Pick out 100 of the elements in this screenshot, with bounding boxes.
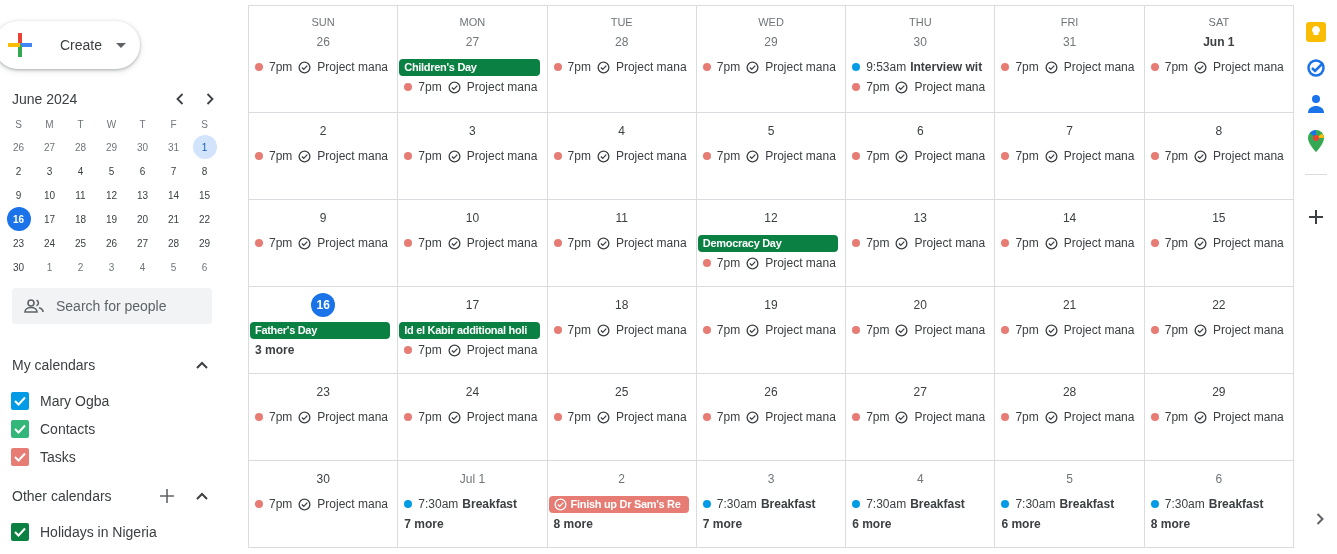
date-number[interactable]: 27 xyxy=(465,33,480,51)
date-number[interactable]: 28 xyxy=(1062,383,1077,401)
date-number[interactable]: 3 xyxy=(469,122,476,140)
mini-calendar-day[interactable]: 2 xyxy=(6,159,31,183)
mini-calendar-day[interactable]: 12 xyxy=(99,183,124,207)
event-title[interactable]: Project mana xyxy=(914,321,986,339)
date-number[interactable]: 4 xyxy=(618,122,626,140)
mini-calendar-day[interactable]: 16 xyxy=(6,207,31,231)
event-title[interactable]: Project mana xyxy=(1063,408,1135,426)
date-number[interactable]: 9 xyxy=(319,209,327,227)
event-title[interactable]: Breakfast xyxy=(1059,495,1115,513)
date-number[interactable]: 25 xyxy=(615,383,629,401)
mini-calendar-day[interactable]: 22 xyxy=(192,207,217,231)
mini-calendar-day[interactable]: 21 xyxy=(161,207,186,231)
event-title[interactable]: Project mana xyxy=(615,147,687,165)
chevron-left-icon[interactable] xyxy=(176,93,184,105)
event-title[interactable]: Project mana xyxy=(615,58,687,76)
mini-calendar-day[interactable]: 19 xyxy=(99,207,124,231)
person-icon[interactable] xyxy=(1306,94,1325,114)
date-number[interactable]: 20 xyxy=(913,296,927,314)
date-number[interactable]: 6 xyxy=(1215,470,1223,488)
event-title[interactable]: Project mana xyxy=(1063,321,1135,339)
date-number[interactable]: 7 xyxy=(1066,122,1073,140)
more-link[interactable]: 6 more xyxy=(852,515,892,533)
mini-calendar-day[interactable]: 13 xyxy=(130,183,155,207)
mini-calendar-day[interactable]: 31 xyxy=(161,135,186,159)
mini-calendar-day[interactable]: 24 xyxy=(37,231,62,255)
event-title[interactable]: Project mana xyxy=(1063,147,1135,165)
date-number[interactable]: 17 xyxy=(465,296,480,314)
date-number[interactable]: 14 xyxy=(1062,209,1077,227)
mini-calendar-day[interactable]: 15 xyxy=(192,183,217,207)
event-title[interactable]: Project mana xyxy=(317,58,389,76)
event-title[interactable]: Project mana xyxy=(914,147,986,165)
mini-calendar-day[interactable]: 28 xyxy=(161,231,186,255)
event-title[interactable]: Breakfast xyxy=(1208,495,1264,513)
mini-calendar-day[interactable]: 10 xyxy=(37,183,62,207)
event-title[interactable]: Project mana xyxy=(317,408,389,426)
event-title[interactable]: Project mana xyxy=(1213,408,1284,426)
event-title[interactable]: Project mana xyxy=(765,321,836,339)
mini-calendar-day[interactable]: 9 xyxy=(6,183,31,207)
mini-calendar-day[interactable]: 3 xyxy=(99,255,124,279)
event-title[interactable]: Project mana xyxy=(1213,234,1284,252)
map-pin-icon[interactable] xyxy=(1307,130,1324,152)
mini-calendar-day[interactable]: 1 xyxy=(192,135,217,159)
mini-calendar-day[interactable]: 23 xyxy=(6,231,31,255)
date-number[interactable]: 16 xyxy=(311,293,336,317)
date-number[interactable]: 12 xyxy=(764,209,778,227)
date-number[interactable]: 2 xyxy=(618,470,626,488)
event-title[interactable]: Project mana xyxy=(914,408,986,426)
event-chip[interactable]: Democracy Day xyxy=(697,234,839,252)
more-link[interactable]: 7 more xyxy=(702,515,743,533)
mini-calendar-day[interactable]: 18 xyxy=(68,207,93,231)
event-title[interactable]: Project mana xyxy=(914,234,986,252)
task-check-icon[interactable] xyxy=(1305,58,1326,78)
date-number[interactable]: 29 xyxy=(1212,383,1226,401)
mini-calendar-day[interactable]: 26 xyxy=(99,231,124,255)
event-title[interactable]: Project mana xyxy=(765,408,836,426)
mini-calendar-day[interactable]: 3 xyxy=(37,159,62,183)
mini-calendar-day[interactable]: 6 xyxy=(192,255,217,279)
mini-calendar-day[interactable]: 7 xyxy=(161,159,186,183)
mini-calendar-day[interactable]: 6 xyxy=(130,159,155,183)
date-number[interactable]: Jul 1 xyxy=(459,470,486,488)
date-number[interactable]: 29 xyxy=(764,33,778,51)
more-link[interactable]: 8 more xyxy=(1150,515,1191,533)
mini-calendar-day[interactable]: 27 xyxy=(37,135,62,159)
search-field[interactable]: Search for people xyxy=(12,288,212,324)
date-number[interactable]: 19 xyxy=(764,296,778,314)
date-number[interactable]: 26 xyxy=(316,33,330,51)
date-number[interactable]: 22 xyxy=(1212,296,1226,314)
more-link[interactable]: 6 more xyxy=(1001,515,1041,533)
date-number[interactable]: 6 xyxy=(916,122,924,140)
chevron-right-icon[interactable] xyxy=(206,93,214,105)
event-title[interactable]: Breakfast xyxy=(462,495,517,513)
date-number[interactable]: 4 xyxy=(916,470,924,488)
date-number[interactable]: 13 xyxy=(913,209,927,227)
checkbox[interactable] xyxy=(11,448,29,466)
event-title[interactable]: Project mana xyxy=(615,234,687,252)
date-number[interactable]: 3 xyxy=(767,470,775,488)
event-title[interactable]: Project mana xyxy=(1063,234,1135,252)
mini-calendar-day[interactable]: 5 xyxy=(99,159,124,183)
chevron-up-icon[interactable] xyxy=(196,361,208,369)
chevron-right-icon[interactable] xyxy=(1316,513,1324,525)
event-title[interactable]: Project mana xyxy=(914,78,986,96)
event-title[interactable]: Breakfast xyxy=(760,495,816,513)
mini-calendar-day[interactable]: 5 xyxy=(161,255,186,279)
mini-calendar-day[interactable]: 20 xyxy=(130,207,155,231)
event-title[interactable]: Breakfast xyxy=(910,495,965,513)
checkbox[interactable] xyxy=(11,523,29,541)
mini-calendar-day[interactable]: 29 xyxy=(192,231,217,255)
add-icon[interactable] xyxy=(1307,209,1324,225)
mini-calendar-day[interactable]: 26 xyxy=(6,135,31,159)
mini-calendar-day[interactable]: 1 xyxy=(37,255,62,279)
mini-calendar-day[interactable]: 27 xyxy=(130,231,155,255)
date-number[interactable]: 11 xyxy=(615,209,628,227)
mini-calendar-day[interactable]: 28 xyxy=(68,135,93,159)
event-title[interactable]: Interview wit xyxy=(910,58,983,76)
more-link[interactable]: 8 more xyxy=(553,515,593,533)
mini-calendar-day[interactable]: 30 xyxy=(6,255,31,279)
mini-calendar-day[interactable]: 2 xyxy=(68,255,93,279)
mini-calendar-day[interactable]: 25 xyxy=(68,231,93,255)
